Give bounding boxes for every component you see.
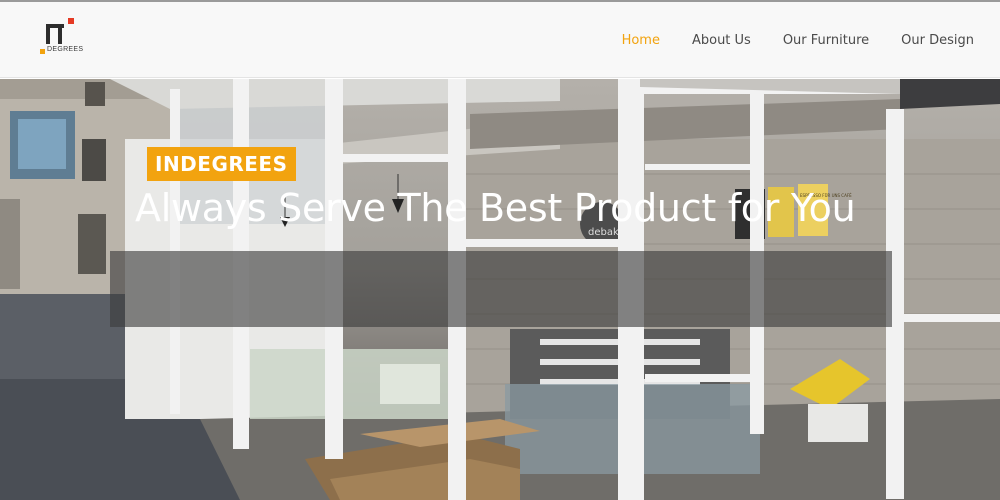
logo-text: DEGREES: [47, 46, 84, 53]
logo-orange-square: [40, 49, 45, 54]
site-header: DEGREES Home About Us Our Furniture Our …: [0, 2, 1000, 78]
headline-band: [110, 251, 892, 327]
hero-brand-tag: INDEGREES: [147, 147, 296, 181]
main-nav: Home About Us Our Furniture Our Design: [590, 2, 974, 78]
logo-red-square: [68, 18, 74, 24]
nav-our-design[interactable]: Our Design: [901, 33, 974, 48]
hero-headline: Always Serve The Best Product for You: [135, 186, 856, 230]
logo-mark-icon: [46, 24, 64, 44]
logo[interactable]: DEGREES: [40, 18, 100, 60]
nav-our-furniture[interactable]: Our Furniture: [783, 33, 869, 48]
nav-about-us[interactable]: About Us: [692, 33, 751, 48]
hero-banner: debak ESPRESSO FÜR UNS CAFÉ: [0, 79, 1000, 500]
nav-home[interactable]: Home: [622, 33, 660, 48]
